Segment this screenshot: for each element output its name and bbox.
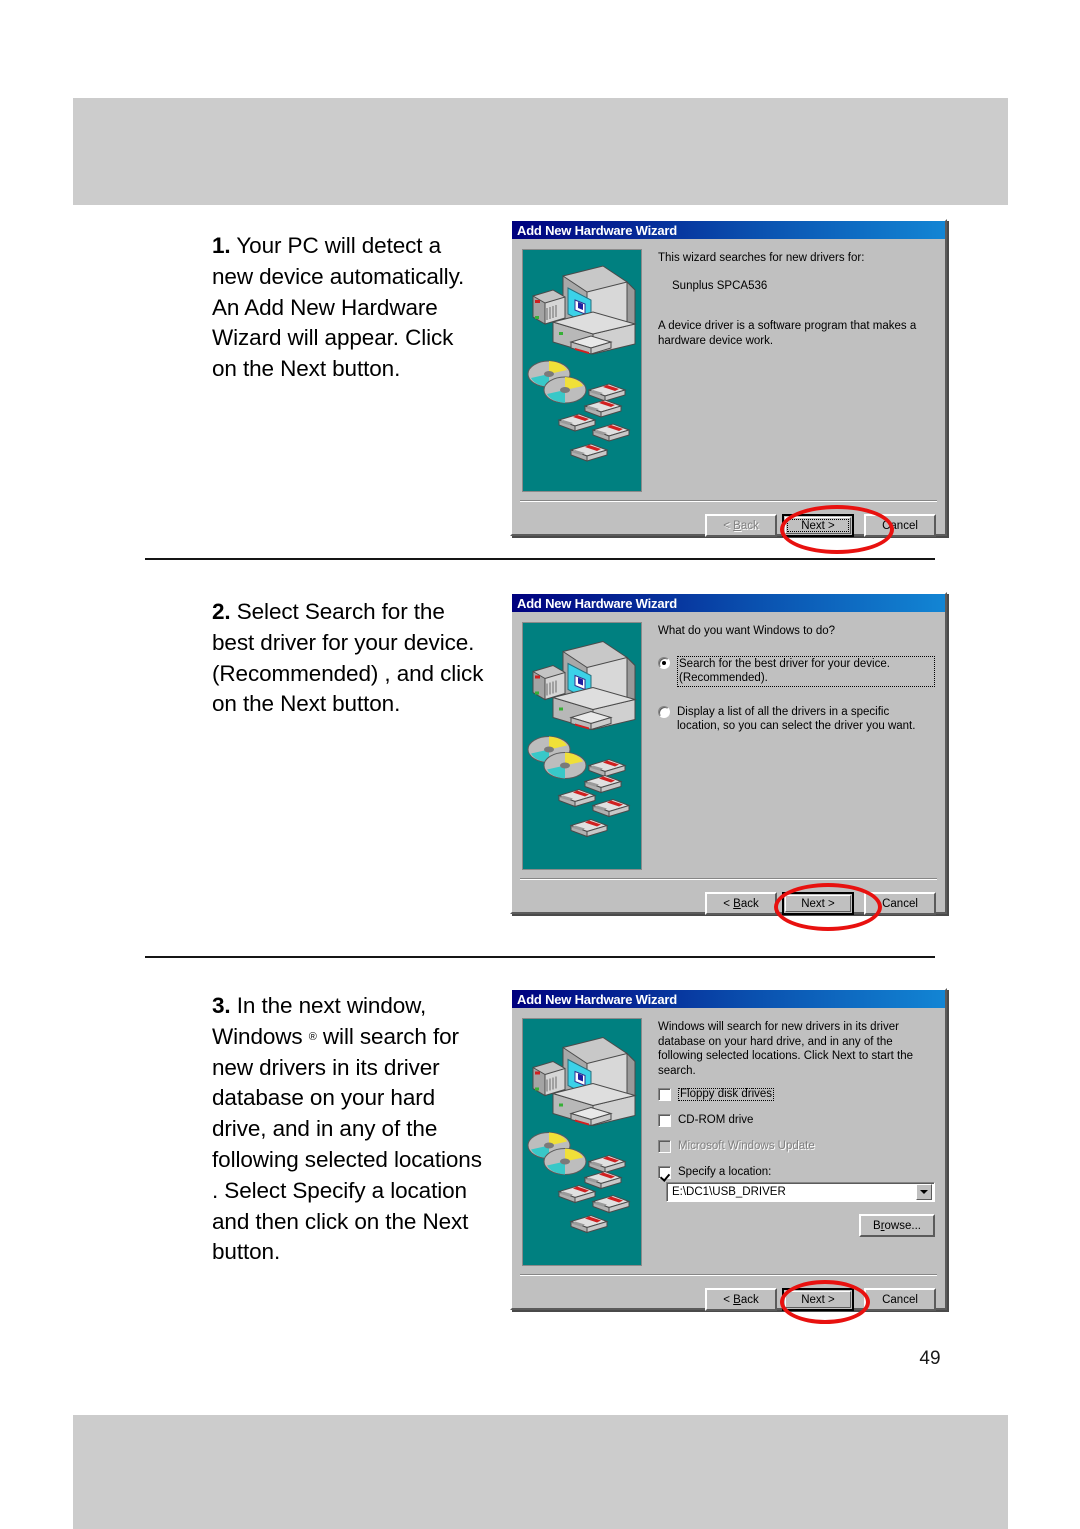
radio-1-line-1: Search for the best driver for your devi… <box>679 657 890 670</box>
wizard-banner-graphic-2 <box>522 622 642 870</box>
add-new-hardware-wizard-dialog-3: Add New Hardware Wizard Windows will sea… <box>510 988 947 1324</box>
radio-2-line-2: location, so you can select the driver y… <box>677 720 916 732</box>
back-accel-3: B <box>733 1293 741 1306</box>
back-accel-1: B <box>733 519 741 532</box>
radio-option-display-list-label: Display a list of all the drivers in a s… <box>677 705 935 734</box>
dialog-2-cancel-label: Cancel <box>882 897 918 910</box>
section-divider-1 <box>145 558 935 560</box>
section-divider-2 <box>145 956 935 958</box>
dialog-1-footer-separator <box>520 500 937 502</box>
dialog-1-back-button[interactable]: < Back <box>705 514 777 537</box>
step-3-number: 3. <box>212 993 231 1018</box>
dialog-1-cancel-label: Cancel <box>882 519 918 532</box>
location-combobox[interactable]: E:\DC1\USB_DRIVER <box>666 1182 935 1202</box>
checkbox-label-specify-a-location: Specify a location: <box>678 1166 772 1178</box>
dialog-1-content: This wizard searches for new drivers for… <box>658 251 935 348</box>
step-3-instructions: 3. In the next window, Windows ® will se… <box>212 991 484 1268</box>
dialog-3-titlebar[interactable]: Add New Hardware Wizard <box>512 990 945 1008</box>
wizard-banner-graphic-1 <box>522 249 642 492</box>
chevron-down-icon[interactable] <box>916 1184 932 1200</box>
checkbox-label-cd-rom-drive: CD-ROM drive <box>678 1114 754 1126</box>
registered-trademark-mark: ® <box>308 1030 317 1043</box>
dialog-2-next-label: Next > <box>801 897 835 910</box>
step-2-number: 2. <box>212 599 231 624</box>
dialog-2-footer-separator <box>520 878 937 880</box>
dialog-2-back-button[interactable]: < Back <box>705 892 777 915</box>
radio-option-search-best-driver-label: Search for the best driver for your devi… <box>677 655 935 687</box>
checkbox-label-microsoft-windows-update: Microsoft Windows Update <box>678 1140 815 1152</box>
checkbox-icon-cd-rom-drive[interactable] <box>658 1114 671 1127</box>
radio-button-icon-unselected[interactable] <box>658 705 670 718</box>
page-number: 49 <box>919 1348 941 1369</box>
step-3-body-b: will search for new drivers in its drive… <box>212 1023 482 1265</box>
dialog-3-footer-separator <box>520 1274 937 1276</box>
location-combobox-value: E:\DC1\USB_DRIVER <box>672 1185 786 1198</box>
computer-media-illustration-icon <box>527 265 637 462</box>
browse-button[interactable]: Browse... <box>859 1214 935 1237</box>
step-2-instructions: 2. Select Search for the best driver for… <box>212 597 484 720</box>
step-1-body: Your PC will detect a new device automat… <box>212 233 465 382</box>
radio-option-search-best-driver[interactable]: Search for the best driver for your devi… <box>658 655 935 687</box>
dialog-2-next-button[interactable]: Next > <box>782 892 854 915</box>
header-band <box>73 98 1008 205</box>
dialog-2-cancel-button[interactable]: Cancel <box>864 892 936 915</box>
dialog-3-button-row: < Back Next > Cancel <box>705 1288 936 1311</box>
dialog-3-next-button[interactable]: Next > <box>782 1288 854 1311</box>
computer-media-illustration-icon <box>527 640 637 838</box>
radio-option-display-list[interactable]: Display a list of all the drivers in a s… <box>658 705 935 734</box>
dialog-2-question-text: What do you want Windows to do? <box>658 625 836 637</box>
add-new-hardware-wizard-dialog-2: Add New Hardware Wizard What do you want… <box>510 592 947 931</box>
dialog-1-cancel-button[interactable]: Cancel <box>864 514 936 537</box>
dialog-3-next-label: Next > <box>801 1293 835 1306</box>
dialog-3-intro-text: Windows will search for new drivers in i… <box>658 1021 914 1077</box>
dialog-2-content: What do you want Windows to do? Search f… <box>658 624 935 734</box>
checkbox-icon-floppy-disk-drives[interactable] <box>658 1088 671 1101</box>
step-1-number: 1. <box>212 233 231 258</box>
dialog-2-title: Add New Hardware Wizard <box>517 595 677 611</box>
dialog-1-title: Add New Hardware Wizard <box>517 222 677 238</box>
footer-band <box>73 1415 1008 1529</box>
checkbox-label-floppy-disk-drives: Floppy disk drives <box>678 1088 775 1101</box>
checkbox-row-microsoft-windows-update: Microsoft Windows Update <box>658 1140 935 1153</box>
radio-1-line-2: (Recommended). <box>679 672 768 684</box>
dialog-2-titlebar[interactable]: Add New Hardware Wizard <box>512 594 945 612</box>
radio-button-icon-selected[interactable] <box>658 656 670 669</box>
dialog-3-back-button[interactable]: < Back <box>705 1288 777 1311</box>
checkbox-icon-specify-a-location[interactable] <box>658 1166 671 1179</box>
dialog-2-button-row: < Back Next > Cancel <box>705 892 936 915</box>
wizard-banner-graphic-3 <box>522 1018 642 1266</box>
dialog-1-next-button[interactable]: Next > <box>782 514 854 537</box>
radio-2-line-1: Display a list of all the drivers in a s… <box>677 705 890 718</box>
dialog-1-description-text: A device driver is a software program th… <box>658 320 917 347</box>
checkbox-row-specify-a-location[interactable]: Specify a location: <box>658 1166 935 1179</box>
browse-button-row: Browse... <box>658 1214 935 1237</box>
dialog-1-device-name: Sunplus SPCA536 <box>672 279 768 292</box>
checkbox-icon-microsoft-windows-update <box>658 1140 671 1153</box>
computer-media-illustration-icon <box>527 1036 637 1234</box>
add-new-hardware-wizard-dialog-1: Add New Hardware Wizard This wizard sear… <box>510 219 947 554</box>
step-1-instructions: 1. Your PC will detect a new device auto… <box>212 231 484 385</box>
dialog-3-cancel-button[interactable]: Cancel <box>864 1288 936 1311</box>
step-2-body: Select Search for the best driver for yo… <box>212 599 484 717</box>
dialog-1-titlebar[interactable]: Add New Hardware Wizard <box>512 221 945 239</box>
dialog-3-cancel-label: Cancel <box>882 1293 918 1306</box>
dialog-3-content: Windows will search for new drivers in i… <box>658 1020 935 1237</box>
checkbox-row-floppy-disk-drives[interactable]: Floppy disk drives <box>658 1088 935 1101</box>
back-accel-2: B <box>733 897 741 910</box>
dialog-1-next-label: Next > <box>801 519 835 532</box>
checkbox-row-cd-rom-drive[interactable]: CD-ROM drive <box>658 1114 935 1127</box>
dialog-1-intro-text: This wizard searches for new drivers for… <box>658 252 865 264</box>
dialog-1-button-row: < Back Next > Cancel <box>705 514 936 537</box>
dialog-3-title: Add New Hardware Wizard <box>517 991 677 1007</box>
